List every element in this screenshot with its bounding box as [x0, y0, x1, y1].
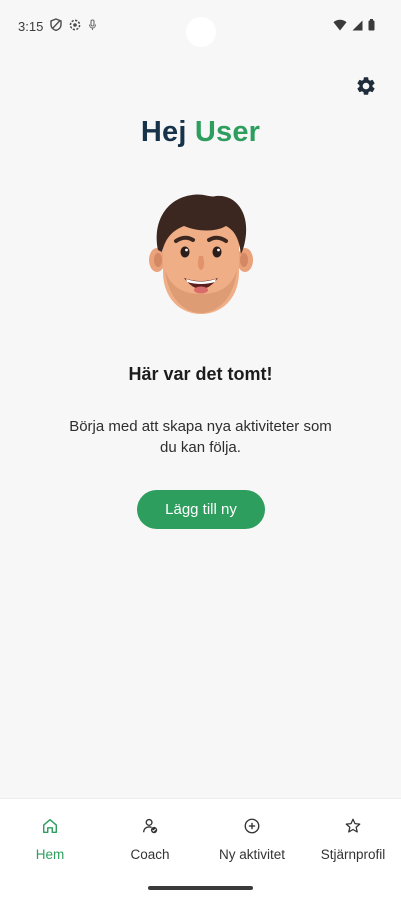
greeting-hello: Hej: [140, 116, 187, 148]
greeting-title: Hej User: [0, 116, 401, 149]
avatar: [149, 194, 253, 314]
nav-item-ny-aktivitet[interactable]: Ny aktivitet: [202, 815, 302, 862]
settings-button[interactable]: [352, 72, 380, 100]
nav-label-coach: Coach: [130, 847, 170, 862]
status-right-icons: [333, 19, 375, 31]
app-screen: 3:15 Hej User Här var det tomt! Börja me…: [0, 0, 401, 900]
signal-icon: [352, 20, 363, 30]
status-time: 3:15: [18, 19, 44, 34]
status-bar: 3:15: [0, 0, 401, 48]
coach-icon: [139, 815, 161, 837]
nav-item-stjarnprofil[interactable]: Stjärnprofil: [303, 815, 401, 862]
wifi-icon: [333, 19, 347, 31]
home-icon: [39, 815, 61, 837]
nav-label-ny-aktivitet: Ny aktivitet: [218, 847, 286, 862]
nav-label-stjarnprofil: Stjärnprofil: [320, 847, 386, 862]
plus-circle-icon: [241, 815, 263, 837]
add-new-button[interactable]: Lägg till ny: [137, 490, 265, 529]
gear-icon: [357, 77, 375, 95]
star-icon: [342, 815, 364, 837]
mic-icon: [89, 18, 96, 30]
nav-item-coach[interactable]: Coach: [100, 815, 200, 862]
status-left-icons: [50, 18, 97, 31]
bottom-navigation: Hem Coach Ny aktivitet Stjärnprofil: [0, 798, 401, 900]
nav-item-hem[interactable]: Hem: [0, 815, 100, 862]
empty-state-description: Börja med att skapa nya aktiviteter som …: [69, 418, 332, 456]
nav-label-hem: Hem: [35, 847, 65, 862]
shield-icon: [50, 18, 62, 31]
settings-circle-icon: [69, 19, 81, 30]
empty-state-title: Här var det tomt!: [128, 364, 273, 384]
battery-icon: [368, 19, 375, 31]
camera-cutout: [186, 17, 216, 47]
greeting-user-name: User: [194, 116, 261, 148]
home-indicator[interactable]: [148, 886, 253, 890]
